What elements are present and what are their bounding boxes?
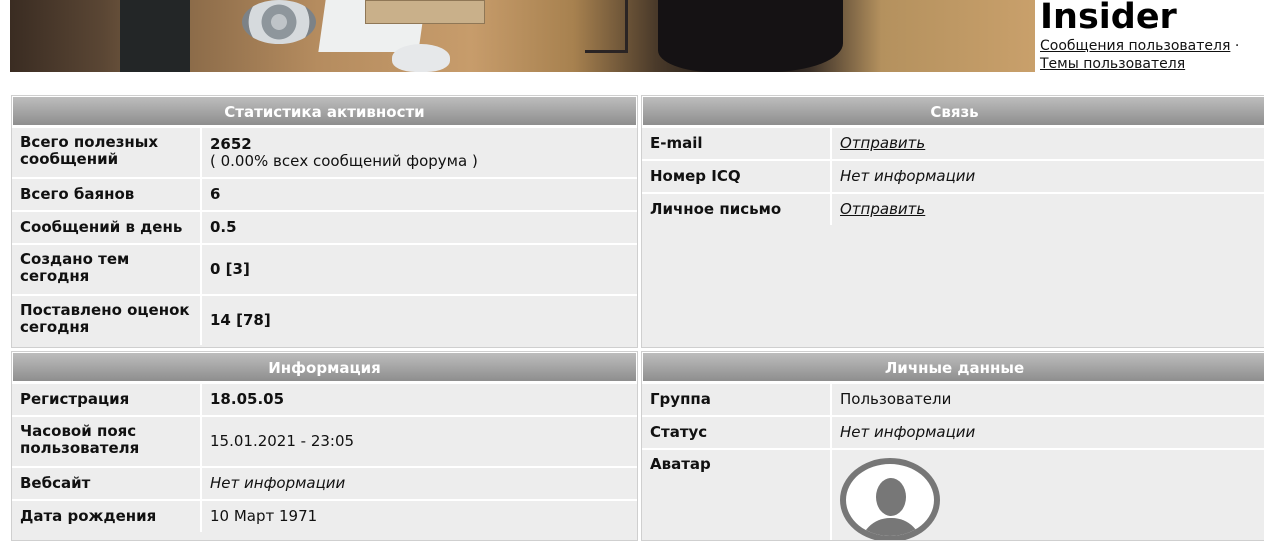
table-row: Дата рождения 10 Март 1971 bbox=[12, 499, 637, 532]
info-value: Нет информации bbox=[200, 468, 637, 499]
table-row: Всего баянов 6 bbox=[12, 177, 637, 210]
contact-value: Нет информации bbox=[830, 161, 1264, 192]
table-row: Поставлено оценок сегодня 14 [78] bbox=[12, 294, 637, 345]
info-label: Вебсайт bbox=[20, 474, 91, 492]
info-label: Часовой пояс пользователя bbox=[20, 422, 140, 457]
stat-value: 2652 ( 0.00% всех сообщений форума ) bbox=[200, 128, 637, 177]
photo-chair bbox=[658, 0, 843, 72]
personal-value bbox=[830, 450, 1264, 540]
info-value: 18.05.05 bbox=[200, 384, 637, 415]
stats-panel: Статистика активности Всего полезных соо… bbox=[11, 95, 638, 348]
info-value: 15.01.2021 - 23:05 bbox=[200, 417, 637, 466]
table-row: Группа Пользователи bbox=[642, 382, 1264, 415]
contact-panel-title: Связь bbox=[642, 96, 1264, 126]
user-silhouette-icon bbox=[840, 458, 940, 540]
personal-label: Аватар bbox=[650, 455, 711, 473]
contact-label: Личное письмо bbox=[650, 200, 782, 218]
stat-value-main: 2652 bbox=[210, 134, 252, 153]
username-title: Insider bbox=[1040, 0, 1177, 37]
contact-label: Номер ICQ bbox=[650, 167, 741, 185]
contact-value: Отправить bbox=[830, 128, 1264, 159]
avatar-head bbox=[876, 478, 906, 516]
stat-label: Сообщений в день bbox=[20, 218, 183, 236]
table-row: Сообщений в день 0.5 bbox=[12, 210, 637, 243]
personal-label: Статус bbox=[650, 423, 708, 441]
stat-value: 0.5 bbox=[200, 212, 637, 243]
stat-label: Создано тем сегодня bbox=[20, 250, 130, 285]
stat-value: 14 [78] bbox=[200, 296, 637, 345]
photo-frame bbox=[585, 0, 628, 53]
info-label: Дата рождения bbox=[20, 507, 157, 525]
user-posts-link[interactable]: Сообщения пользователя bbox=[1040, 38, 1230, 54]
stats-panel-title: Статистика активности bbox=[12, 96, 637, 126]
user-links: Сообщения пользователя · Темы пользовате… bbox=[1040, 37, 1264, 73]
table-row: Создано тем сегодня 0 [3] bbox=[12, 243, 637, 294]
avatar-shoulders bbox=[860, 518, 922, 536]
personal-value: Нет информации bbox=[830, 417, 1264, 448]
table-row: E-mail Отправить bbox=[642, 126, 1264, 159]
table-row: Регистрация 18.05.05 bbox=[12, 382, 637, 415]
private-message-send-link[interactable]: Отправить bbox=[840, 201, 1259, 218]
photo-monitor bbox=[120, 0, 190, 72]
table-row: Часовой пояс пользователя 15.01.2021 - 2… bbox=[12, 415, 637, 466]
photo-mouse bbox=[392, 44, 450, 72]
info-panel: Информация Регистрация 18.05.05 Часовой … bbox=[11, 351, 638, 541]
link-separator: · bbox=[1234, 38, 1240, 54]
contact-panel: Связь E-mail Отправить Номер ICQ Нет инф… bbox=[641, 95, 1264, 348]
info-label: Регистрация bbox=[20, 390, 130, 408]
personal-panel-title: Личные данные bbox=[642, 352, 1264, 382]
photo-box bbox=[365, 0, 485, 24]
photo-cd bbox=[242, 0, 316, 44]
table-row: Вебсайт Нет информации bbox=[12, 466, 637, 499]
contact-value: Отправить bbox=[830, 194, 1264, 225]
stat-value: 6 bbox=[200, 179, 637, 210]
personal-panel: Личные данные Группа Пользователи Статус… bbox=[641, 351, 1264, 541]
user-topics-link[interactable]: Темы пользователя bbox=[1040, 56, 1185, 72]
stat-label: Всего баянов bbox=[20, 185, 135, 203]
personal-label: Группа bbox=[650, 390, 711, 408]
table-row: Всего полезных сообщений 2652 ( 0.00% вс… bbox=[12, 126, 637, 177]
info-panel-title: Информация bbox=[12, 352, 637, 382]
info-value: 10 Март 1971 bbox=[200, 501, 637, 532]
stat-label: Поставлено оценок сегодня bbox=[20, 301, 190, 336]
table-row: Личное письмо Отправить bbox=[642, 192, 1264, 225]
email-send-link[interactable]: Отправить bbox=[840, 135, 1259, 152]
header-banner-photo bbox=[10, 0, 1035, 72]
table-row: Аватар bbox=[642, 448, 1264, 540]
stat-value-sub: ( 0.00% всех сообщений форума ) bbox=[210, 151, 478, 170]
stat-value: 0 [3] bbox=[200, 245, 637, 294]
stat-label: Всего полезных сообщений bbox=[20, 133, 159, 168]
contact-label: E-mail bbox=[650, 134, 703, 152]
personal-value: Пользователи bbox=[830, 384, 1264, 415]
table-row: Номер ICQ Нет информации bbox=[642, 159, 1264, 192]
table-row: Статус Нет информации bbox=[642, 415, 1264, 448]
